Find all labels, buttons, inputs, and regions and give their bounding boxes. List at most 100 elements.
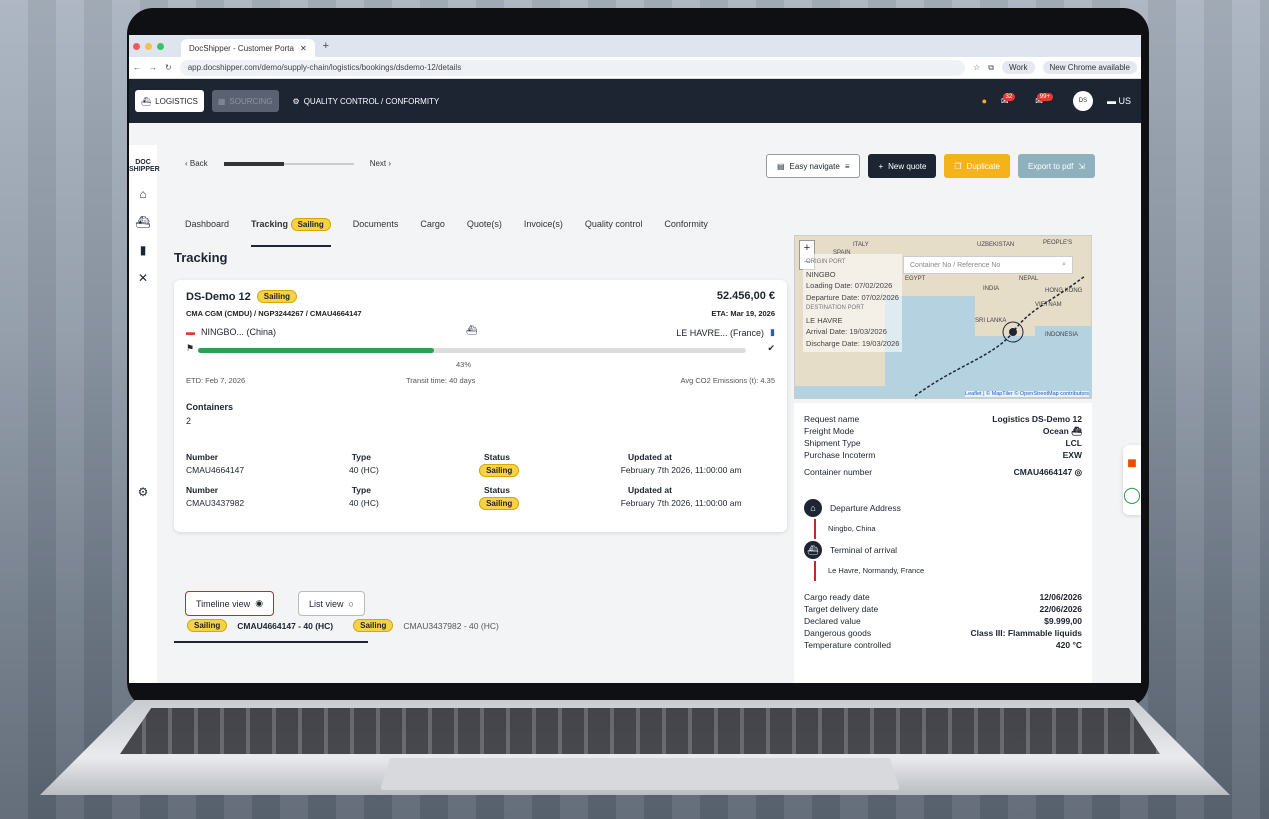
logistics-label: LOGISTICS — [155, 96, 198, 106]
detail-value: 12/06/2026 — [1039, 592, 1082, 602]
tab-dashboard[interactable]: Dashboard — [185, 219, 229, 229]
tab-quality-control[interactable]: Quality control — [585, 219, 643, 229]
tab-tracking-label: Tracking — [251, 219, 289, 229]
container-tab-1[interactable]: CMAU4664147 - 40 (HC) — [237, 621, 333, 631]
duplicate-button[interactable]: ❐ Duplicate — [944, 154, 1010, 178]
table-row[interactable]: CMAU4664147 40 (HC) Sailing February 7th 20… — [186, 464, 776, 477]
step-slider[interactable] — [223, 161, 354, 166]
logistics-button[interactable]: ⛴ LOGISTICS — [135, 90, 204, 112]
settings-icon[interactable]: ⚙ — [129, 485, 157, 499]
cell-type: 40 (HC) — [349, 465, 379, 475]
grid-icon: ▤ — [776, 161, 785, 171]
quality-button[interactable]: ⚙ QUALITY CONTROL / CONFORMITY — [287, 90, 446, 112]
progress-label: 43% — [456, 360, 472, 369]
gear-check-icon: ⚙ — [292, 96, 300, 106]
close-icon[interactable]: ✕ — [300, 44, 307, 53]
shipment-price: 52.456,00 € — [716, 290, 775, 302]
reload-icon[interactable]: ↻ — [165, 63, 172, 72]
update-button[interactable]: New Chrome available — [1042, 61, 1137, 74]
timeline-label: Timeline view — [196, 598, 251, 609]
url-field[interactable]: app.docshipper.com/demo/supply-chain/log… — [179, 59, 966, 76]
detail-key: Container number — [804, 467, 873, 477]
document-icon[interactable]: ▮ — [129, 243, 157, 257]
star-icon[interactable]: ☆ — [973, 63, 980, 72]
arrival-address: Le Havre, Normandy, France — [814, 561, 1092, 581]
logo: DOC SHIPPER — [129, 159, 160, 173]
extensions-icon[interactable]: ⧉ — [988, 63, 994, 73]
list-label: List view — [309, 598, 344, 609]
active-tab-underline — [174, 641, 368, 643]
easy-navigate-button[interactable]: ▤ Easy navigate ≡ — [765, 154, 861, 178]
close-dot[interactable] — [133, 42, 140, 50]
language-selector[interactable]: ▬ US — [1107, 96, 1131, 106]
detail-key: Freight Mode — [804, 426, 855, 436]
table-row[interactable]: CMAU3437982 40 (HC) Sailing February 7th 20… — [186, 497, 776, 510]
flag-france-icon: ▮ — [770, 327, 775, 337]
tab-title: DocShipper - Customer Porta — [189, 43, 294, 53]
home-icon[interactable]: ⌂ — [129, 187, 157, 201]
route-map[interactable]: +− Container No / Reference No⌕ ORIGIN P… — [794, 235, 1092, 399]
browser-tab[interactable]: DocShipper - Customer Porta ✕ — [181, 39, 315, 57]
header-status: Status — [483, 452, 510, 462]
maximize-dot[interactable] — [157, 42, 164, 50]
cell-updated: February 7th 2026, 11:00:00 am — [620, 498, 742, 508]
alert-icon[interactable]: ● — [982, 96, 987, 106]
ship-icon[interactable]: ⛴ — [129, 215, 157, 229]
route-line — [914, 275, 1086, 397]
progress-bar — [198, 348, 746, 353]
app-header: ⛴ LOGISTICS ▦ SOURCING ⚙ QUALITY CONTROL / … — [129, 79, 1141, 123]
minimize-dot[interactable] — [145, 42, 152, 50]
message-icon[interactable]: ✉99+ — [1035, 92, 1059, 107]
screen: DocShipper - Customer Porta ✕ + ← → ↻ app… — [129, 35, 1141, 683]
shipment-eta: ETA: Mar 19, 2026 — [711, 309, 775, 318]
profile-button[interactable]: Work — [1001, 61, 1035, 74]
avatar[interactable]: DS — [1072, 91, 1093, 111]
containers-label: Containers — [186, 402, 234, 412]
export-icon: ⇲ — [1078, 161, 1085, 171]
detail-key: Dangerous goods — [804, 628, 872, 638]
tab-cargo[interactable]: Cargo — [420, 219, 445, 229]
export-pdf-button[interactable]: Export to pdf ⇲ — [1017, 154, 1095, 178]
new-tab-button[interactable]: + — [323, 40, 329, 52]
tab-invoices[interactable]: Invoice(s) — [524, 219, 563, 229]
tab-conformity[interactable]: Conformity — [664, 219, 708, 229]
detail-value: Class III: Flammable liquids — [970, 628, 1082, 638]
ship-icon: ⛴ — [1071, 425, 1082, 436]
sidebar: DOC SHIPPER ⌂ ⛴ ▮ ✕ ⚙ — [129, 145, 160, 683]
detail-key: Request name — [804, 414, 860, 424]
detail-value: $9.999,00 — [1044, 616, 1082, 626]
detail-value: Logistics DS-Demo 12 — [992, 414, 1082, 424]
whatsapp-icon[interactable]: ◯ — [1123, 485, 1141, 505]
tabs: Dashboard Tracking Sailing Documents Car… — [185, 201, 708, 247]
detail-value: Ocean — [1042, 425, 1069, 436]
shipment-card: DS-Demo 12 Sailing 52.456,00 € CMA CGM (… — [174, 280, 787, 532]
tools-icon[interactable]: ✕ — [129, 271, 157, 285]
detail-key: Purchase Incoterm — [804, 450, 876, 460]
duplicate-label: Duplicate — [966, 161, 1000, 171]
flag-us-icon: ▬ — [1106, 96, 1116, 106]
cart-icon[interactable]: ✉32 — [1001, 92, 1021, 107]
contact-widget[interactable]: ■ ◯ — [1123, 445, 1141, 515]
back-link[interactable]: ‹ Back — [185, 159, 208, 168]
container-tab-2[interactable]: CMAU3437982 - 40 (HC) — [403, 621, 498, 631]
tab-tracking[interactable]: Tracking Sailing — [251, 218, 331, 247]
arrival-label: Terminal of arrival — [830, 545, 898, 555]
tab-quotes[interactable]: Quote(s) — [467, 219, 502, 229]
forward-arrow-icon[interactable]: → — [149, 63, 157, 72]
detail-value: LCL — [1065, 438, 1082, 448]
cell-number: CMAU4664147 — [186, 465, 245, 475]
header-type: Type — [351, 485, 371, 495]
back-arrow-icon[interactable]: ← — [133, 63, 141, 72]
sourcing-button[interactable]: ▦ SOURCING — [211, 90, 279, 112]
timeline-view-button[interactable]: Timeline view ◉ — [185, 591, 275, 616]
next-link[interactable]: Next › — [370, 159, 391, 168]
message-badge: 99+ — [1036, 92, 1053, 101]
detail-key: Shipment Type — [804, 438, 861, 448]
address-bar: ← → ↻ app.docshipper.com/demo/supply-cha… — [129, 57, 1141, 79]
detail-value: 22/06/2026 — [1039, 604, 1082, 614]
chat-icon[interactable]: ■ — [1123, 455, 1141, 473]
tab-documents[interactable]: Documents — [353, 219, 399, 229]
list-view-button[interactable]: List view ○ — [298, 591, 365, 616]
new-quote-button[interactable]: + New quote — [868, 154, 937, 178]
target-icon[interactable]: ◎ — [1075, 467, 1082, 477]
